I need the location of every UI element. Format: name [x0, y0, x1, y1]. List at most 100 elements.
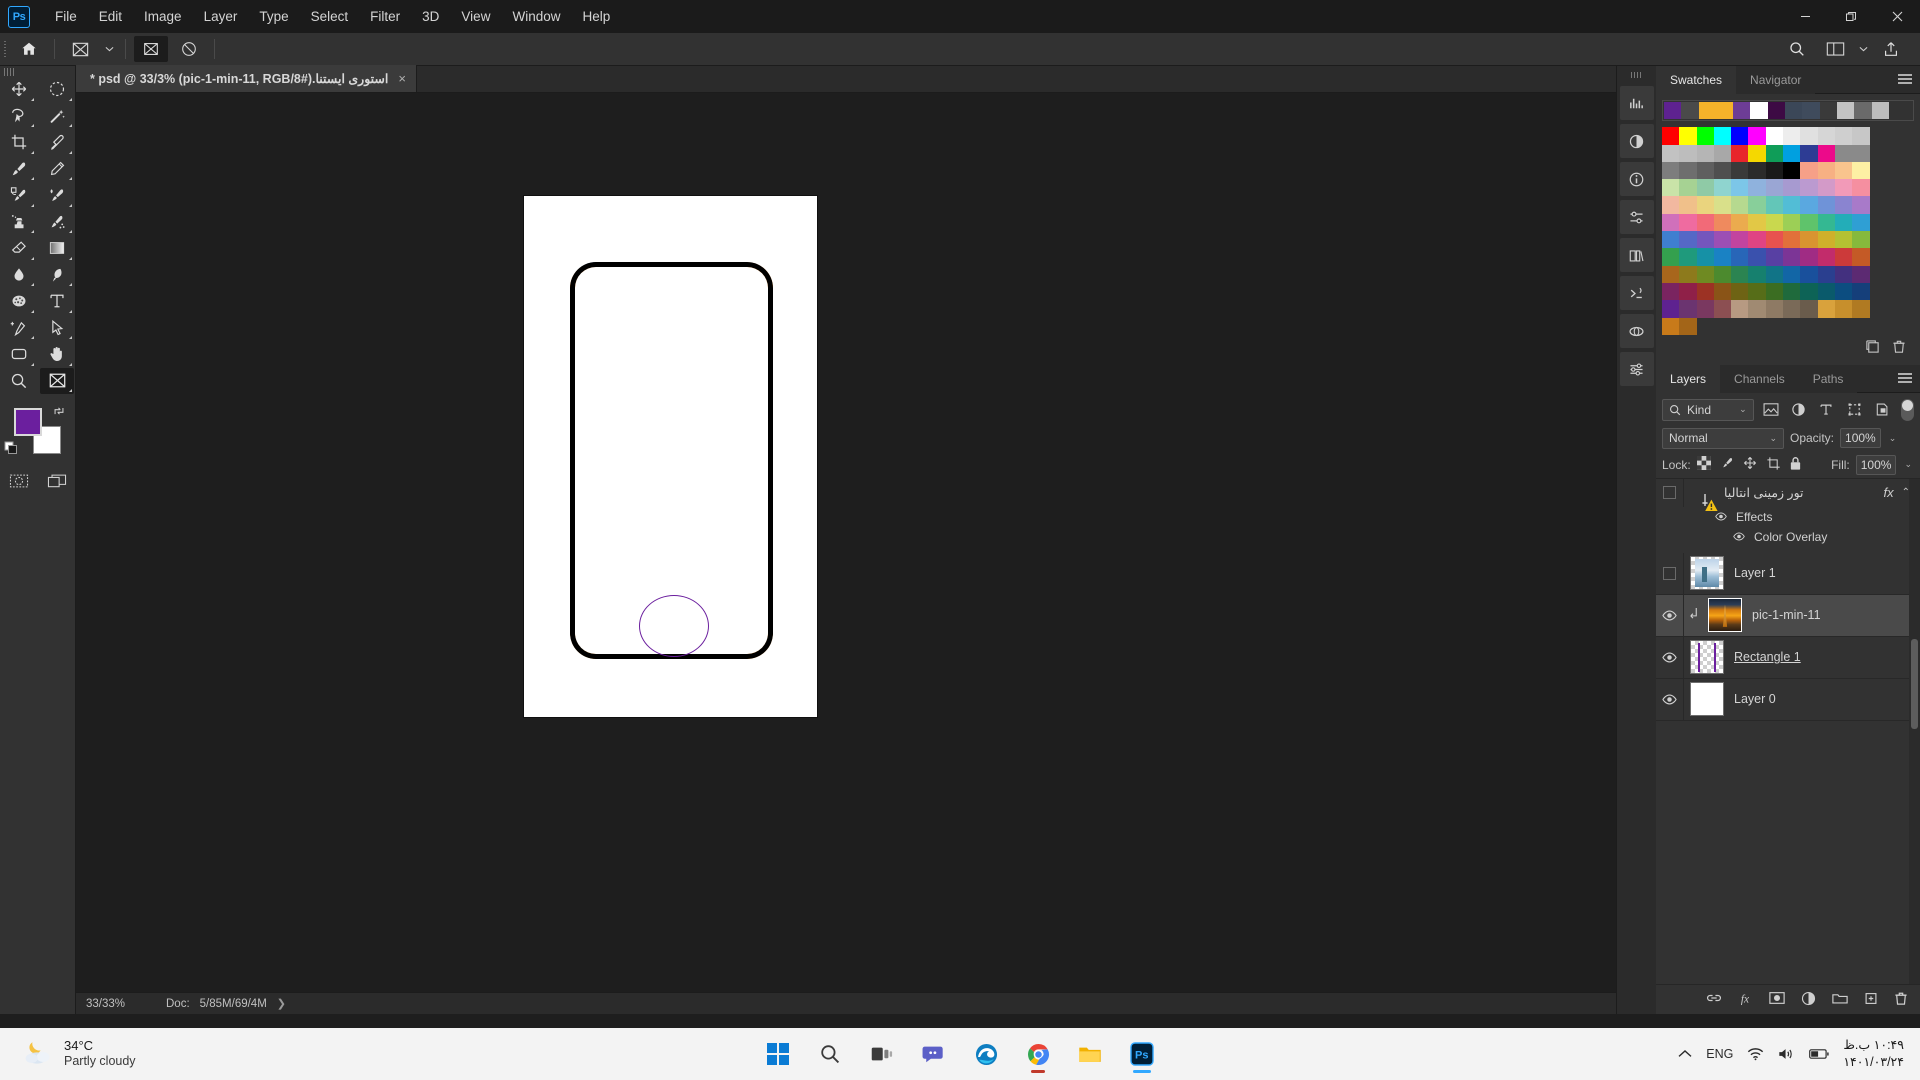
layers-panel-menu-icon[interactable]	[1898, 372, 1912, 385]
layer-effects-row[interactable]: Effects	[1656, 507, 1920, 527]
recent-swatch[interactable]	[1715, 102, 1734, 120]
hand-tool[interactable]	[40, 341, 74, 368]
color-swatch[interactable]	[1662, 317, 1680, 335]
menu-item-window[interactable]: Window	[501, 0, 571, 33]
color-swatch[interactable]	[1748, 300, 1766, 318]
color-swatch[interactable]	[1748, 179, 1766, 197]
color-swatch[interactable]	[1679, 265, 1697, 283]
layer-thumbnail[interactable]	[1708, 598, 1742, 633]
home-button[interactable]	[12, 36, 46, 62]
color-swatch[interactable]	[1800, 196, 1818, 214]
layer-effects-badge[interactable]: fx	[1883, 485, 1897, 500]
maximize-button[interactable]	[1828, 0, 1874, 33]
color-swatch[interactable]	[1662, 282, 1680, 301]
weather-widget[interactable]: 34°C Partly cloudy	[0, 1038, 136, 1070]
file-explorer-button[interactable]	[1067, 1032, 1113, 1076]
color-swatch[interactable]	[1765, 231, 1784, 249]
search-button[interactable]	[807, 1032, 853, 1076]
close-icon[interactable]: ×	[398, 72, 406, 85]
color-swatch[interactable]	[1731, 282, 1749, 301]
adjustments-panel-icon[interactable]	[1619, 200, 1654, 234]
color-swatch[interactable]	[1817, 127, 1835, 145]
close-button[interactable]	[1874, 0, 1920, 33]
lock-position-icon[interactable]	[1743, 456, 1757, 473]
rectangle-tool[interactable]	[2, 341, 36, 368]
new-layer-icon[interactable]	[1864, 991, 1878, 1009]
color-swatch[interactable]	[1852, 196, 1870, 214]
table-row[interactable]: Layer 0	[1656, 678, 1920, 721]
eraser-tool[interactable]	[2, 235, 36, 262]
artboard-canvas[interactable]	[524, 196, 817, 717]
teams-button[interactable]	[911, 1032, 957, 1076]
mixer-brush-tool[interactable]	[40, 182, 74, 209]
color-swatch[interactable]	[1834, 161, 1853, 180]
wifi-icon[interactable]	[1747, 1047, 1764, 1061]
color-swatch[interactable]	[1679, 317, 1697, 335]
recent-swatch[interactable]	[1681, 102, 1699, 120]
color-swatch[interactable]	[1679, 231, 1697, 249]
color-swatch[interactable]	[1834, 196, 1853, 214]
color-swatch[interactable]	[1783, 213, 1801, 232]
recent-swatch[interactable]	[1836, 102, 1855, 120]
layer-thumbnail[interactable]	[1690, 682, 1724, 717]
color-swatch[interactable]	[1696, 127, 1714, 145]
color-swatch[interactable]	[1852, 248, 1870, 266]
color-swatch[interactable]	[1748, 213, 1766, 232]
color-swatch[interactable]	[1679, 161, 1697, 180]
arrange-documents-icon[interactable]	[1818, 36, 1852, 62]
lock-transparent-pixels-icon[interactable]	[1696, 456, 1711, 473]
lock-artboard-icon[interactable]	[1766, 456, 1780, 473]
opacity-value[interactable]: 100%	[1840, 428, 1881, 449]
brush-tool[interactable]	[2, 156, 36, 183]
color-swatch[interactable]	[1765, 161, 1784, 180]
color-swatch[interactable]	[1731, 213, 1749, 232]
tab-layers[interactable]: Layers	[1656, 364, 1721, 393]
taskbar-clock[interactable]: ۱۰:۴۹ ب.ظ ۱۴۰۱/۰۳/۲۴	[1843, 1037, 1904, 1071]
layer-mask-icon[interactable]	[1769, 991, 1785, 1008]
actions-panel-icon[interactable]	[1619, 276, 1654, 310]
table-row[interactable]: pic-1-min-11	[1656, 594, 1920, 637]
color-swatch[interactable]	[1852, 282, 1870, 301]
tab-paths[interactable]: Paths	[1798, 364, 1858, 393]
color-swatch[interactable]	[1696, 196, 1714, 214]
color-swatch[interactable]	[1696, 231, 1714, 249]
link-layers-icon[interactable]	[1706, 991, 1722, 1008]
color-swatch[interactable]	[1662, 196, 1680, 214]
color-swatch[interactable]	[1783, 196, 1801, 214]
move-tool[interactable]	[2, 76, 36, 103]
new-group-icon[interactable]	[1832, 991, 1848, 1008]
color-swatch[interactable]	[1662, 231, 1680, 249]
filter-shape-layers-icon[interactable]	[1843, 399, 1865, 421]
color-swatch[interactable]	[1834, 179, 1853, 197]
gradient-tool[interactable]	[40, 235, 74, 262]
color-swatch[interactable]	[1713, 282, 1732, 301]
color-swatch[interactable]	[1662, 179, 1680, 197]
dodge-tool[interactable]	[40, 262, 74, 289]
chevron-down-icon[interactable]: ⌄	[1769, 433, 1777, 444]
color-swatch[interactable]	[1731, 231, 1749, 249]
recent-swatch[interactable]	[1785, 102, 1803, 120]
language-indicator[interactable]: ENG	[1706, 1047, 1733, 1061]
color-swatch[interactable]	[1800, 282, 1818, 301]
color-swatch[interactable]	[1696, 161, 1714, 180]
menu-item-3d[interactable]: 3D	[411, 0, 450, 33]
search-icon[interactable]	[1780, 36, 1814, 62]
cancel-button[interactable]	[172, 36, 206, 62]
recent-swatch[interactable]	[1802, 102, 1820, 120]
info-panel-icon[interactable]	[1619, 162, 1654, 196]
color-swatch[interactable]	[1817, 196, 1835, 214]
color-swatch[interactable]	[1713, 196, 1732, 214]
color-swatch[interactable]	[1748, 196, 1766, 214]
quick-mask-icon[interactable]	[2, 468, 36, 494]
chrome-button[interactable]	[1015, 1032, 1061, 1076]
color-swatch[interactable]	[1662, 144, 1680, 162]
layer-visibility-toggle[interactable]	[1656, 678, 1684, 720]
show-hidden-icons-button[interactable]	[1678, 1049, 1692, 1059]
layer-visibility-toggle[interactable]	[1656, 478, 1684, 507]
color-swatch[interactable]	[1696, 265, 1714, 283]
arrange-caret-icon[interactable]	[1856, 36, 1870, 62]
color-swatch[interactable]	[1783, 282, 1801, 301]
recent-swatch[interactable]	[1733, 102, 1751, 120]
color-swatch[interactable]	[1679, 196, 1697, 214]
foreground-color-swatch[interactable]	[14, 408, 42, 436]
